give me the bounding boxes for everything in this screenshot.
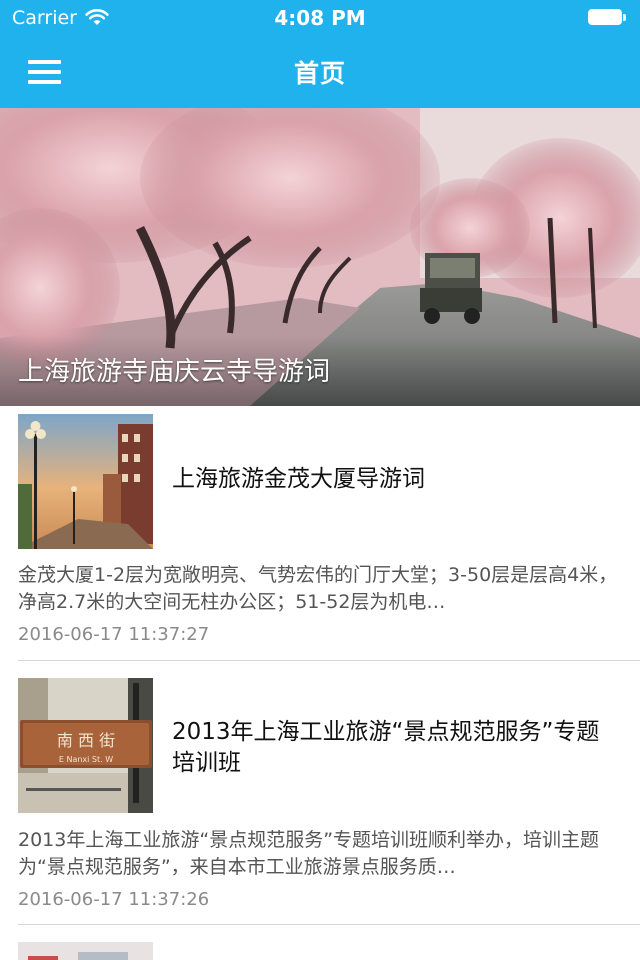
- screen: Carrier 4:08 PM 首页 上海旅游寺庙庆云寺导游词 上海旅游金茂大厦…: [0, 0, 640, 960]
- banner-caption-overlay: 上海旅游寺庙庆云寺导游词: [0, 336, 640, 406]
- article-title: 上海旅游金茂大厦导游词: [172, 466, 425, 492]
- featured-banner[interactable]: 上海旅游寺庙庆云寺导游词: [0, 108, 640, 406]
- thumb-sign-text: 南 西 街: [57, 731, 115, 750]
- battery-full-icon: [588, 9, 628, 27]
- nav-bar: 首页: [0, 38, 640, 108]
- article-timestamp: 2016-06-17 11:37:26: [18, 889, 210, 910]
- list-item[interactable]: [0, 925, 640, 960]
- article-thumbnail: [18, 942, 153, 960]
- article-thumbnail: 南 西 街 E Nanxi St. W: [18, 678, 153, 813]
- status-bar: Carrier 4:08 PM: [0, 0, 640, 38]
- article-summary: 2013年上海工业旅游“景点规范服务”专题培训班顺利举办，培训主题为“景点规范服…: [18, 829, 600, 878]
- page-title: 首页: [293, 59, 346, 88]
- status-time: 4:08 PM: [274, 6, 366, 30]
- list-item[interactable]: 上海旅游金茂大厦导游词 金茂大厦1-2层为宽敞明亮、气势宏伟的门厅大堂；3-50…: [0, 406, 640, 660]
- article-thumbnail: [18, 414, 153, 549]
- app-header: Carrier 4:08 PM 首页: [0, 0, 640, 108]
- thumb-sign-subtext: E Nanxi St. W: [59, 755, 113, 764]
- banner-title: 上海旅游寺庙庆云寺导游词: [18, 357, 331, 387]
- article-timestamp: 2016-06-17 11:37:27: [18, 624, 210, 645]
- article-title: 2013年上海工业旅游“景点规范服务”专题培训班: [172, 719, 600, 776]
- list-item[interactable]: 南 西 街 E Nanxi St. W 2013年上海工业旅游“景点规范服务”专…: [0, 661, 640, 924]
- article-summary: 金茂大厦1-2层为宽敞明亮、气势宏伟的门厅大堂；3-50层是层高4米，净高2.7…: [18, 564, 618, 613]
